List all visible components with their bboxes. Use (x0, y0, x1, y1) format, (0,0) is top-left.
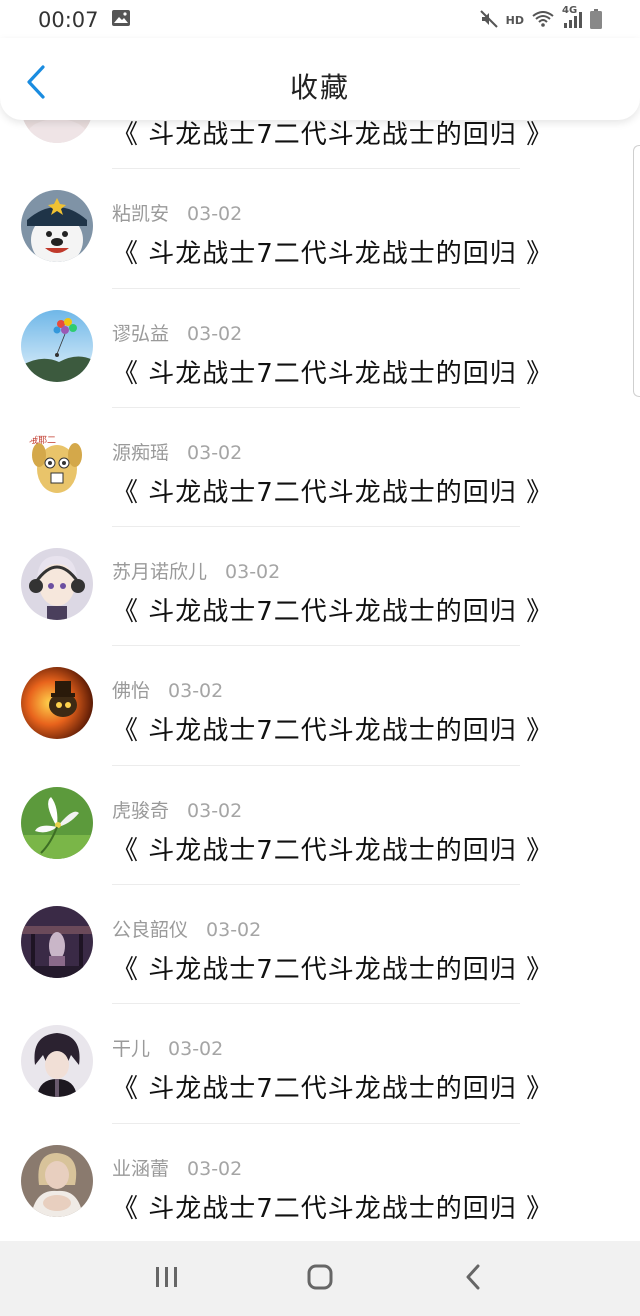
item-date: 03-02 (187, 203, 243, 226)
list-item[interactable]: 干儿 03-02 《 斗龙战士7二代斗龙战士的回归 》 (0, 1004, 640, 1124)
favorites-list: 《 斗龙战士7二代斗龙战士的回归 》 粘凯安 03-02 《 斗龙战士7二代斗龙战… (0, 50, 640, 1243)
item-username[interactable]: 粘凯安 (112, 203, 169, 225)
item-content: 《 斗龙战士7二代斗龙战士的回归 》 (112, 835, 554, 866)
status-bar: 00:07 HD 4G (0, 0, 640, 40)
item-date: 03-02 (187, 322, 243, 345)
item-username[interactable]: 虎骏奇 (112, 800, 169, 822)
avatar[interactable] (21, 548, 93, 621)
favorites-screen: 00:07 HD 4G 《 斗龙战士7二代斗龙战士的回归 》 粘凯安 03-02… (0, 0, 640, 1316)
avatar[interactable] (21, 667, 93, 740)
battery-icon (590, 8, 602, 32)
item-username[interactable]: 业涵蕾 (112, 1158, 169, 1180)
cell-signal-icon: 4G (562, 5, 582, 29)
wifi-icon (532, 10, 554, 30)
list-item[interactable]: 公良韶仪 03-02 《 斗龙战士7二代斗龙战士的回归 》 (0, 885, 640, 1005)
item-username[interactable]: 佛怡 (112, 680, 150, 702)
back-chevron-icon (464, 1263, 482, 1295)
avatar[interactable] (21, 906, 93, 979)
list-item[interactable]: 虎骏奇 03-02 《 斗龙战士7二代斗龙战士的回归 》 (0, 766, 640, 886)
item-content: 《 斗龙战士7二代斗龙战士的回归 》 (112, 477, 554, 508)
item-date: 03-02 (168, 680, 224, 703)
app-header: 收藏 (0, 38, 640, 120)
item-username[interactable]: 源痴瑶 (112, 442, 169, 464)
mute-icon (479, 9, 498, 31)
hd-indicator: HD (505, 13, 524, 27)
item-date: 03-02 (225, 561, 281, 584)
avatar[interactable] (21, 1144, 93, 1217)
item-content: 《 斗龙战士7二代斗龙战士的回归 》 (112, 358, 554, 389)
status-time: 00:07 (38, 8, 99, 32)
home-button[interactable] (300, 1259, 340, 1299)
item-date: 03-02 (168, 1038, 224, 1061)
item-username[interactable]: 公良韶仪 (112, 919, 188, 941)
list-item[interactable]: 佛怡 03-02 《 斗龙战士7二代斗龙战士的回归 》 (0, 646, 640, 766)
gallery-notification-icon (111, 8, 131, 32)
list-item[interactable]: 谬弘益 03-02 《 斗龙战士7二代斗龙战士的回归 》 (0, 289, 640, 408)
avatar[interactable] (21, 309, 93, 382)
list-item[interactable]: 粘凯安 03-02 《 斗龙战士7二代斗龙战士的回归 》 (0, 169, 640, 289)
item-date: 03-02 (187, 1157, 243, 1180)
item-content: 《 斗龙战士7二代斗龙战士的回归 》 (112, 955, 554, 986)
list-item[interactable]: 哦耶二 源痴瑶 03-02 《 斗龙战士7二代斗龙战士的回归 》 (0, 408, 640, 528)
avatar[interactable] (21, 786, 93, 859)
page-title: 收藏 (289, 71, 350, 104)
item-content: 《 斗龙战士7二代斗龙战士的回归 》 (112, 716, 554, 747)
avatar[interactable] (21, 1025, 93, 1098)
list-item[interactable]: 业涵蕾 03-02 《 斗龙战士7二代斗龙战士的回归 》 (0, 1124, 640, 1243)
avatar[interactable] (21, 190, 93, 263)
item-username[interactable]: 苏月诺欣儿 (112, 561, 207, 583)
system-nav-bar (0, 1241, 640, 1316)
scroll-handle[interactable] (633, 145, 640, 397)
avatar[interactable]: 哦耶二 (21, 428, 93, 501)
list-item[interactable]: 苏月诺欣儿 03-02 《 斗龙战士7二代斗龙战士的回归 》 (0, 527, 640, 647)
item-content: 《 斗龙战士7二代斗龙战士的回归 》 (112, 597, 554, 628)
recent-apps-button[interactable] (147, 1259, 187, 1299)
item-content: 《 斗龙战士7二代斗龙战士的回归 》 (112, 239, 554, 270)
item-username[interactable]: 干儿 (112, 1038, 150, 1060)
item-date: 03-02 (206, 919, 262, 942)
home-icon (306, 1263, 334, 1295)
system-back-button[interactable] (453, 1259, 493, 1299)
item-date: 03-02 (187, 799, 243, 822)
item-content: 《 斗龙战士7二代斗龙战士的回归 》 (112, 1074, 554, 1105)
item-content: 《 斗龙战士7二代斗龙战士的回归 》 (112, 1193, 554, 1224)
recent-apps-icon (154, 1265, 180, 1293)
item-date: 03-02 (187, 441, 243, 464)
item-username[interactable]: 谬弘益 (112, 323, 169, 345)
svg-text:哦耶二: 哦耶二 (29, 434, 56, 446)
